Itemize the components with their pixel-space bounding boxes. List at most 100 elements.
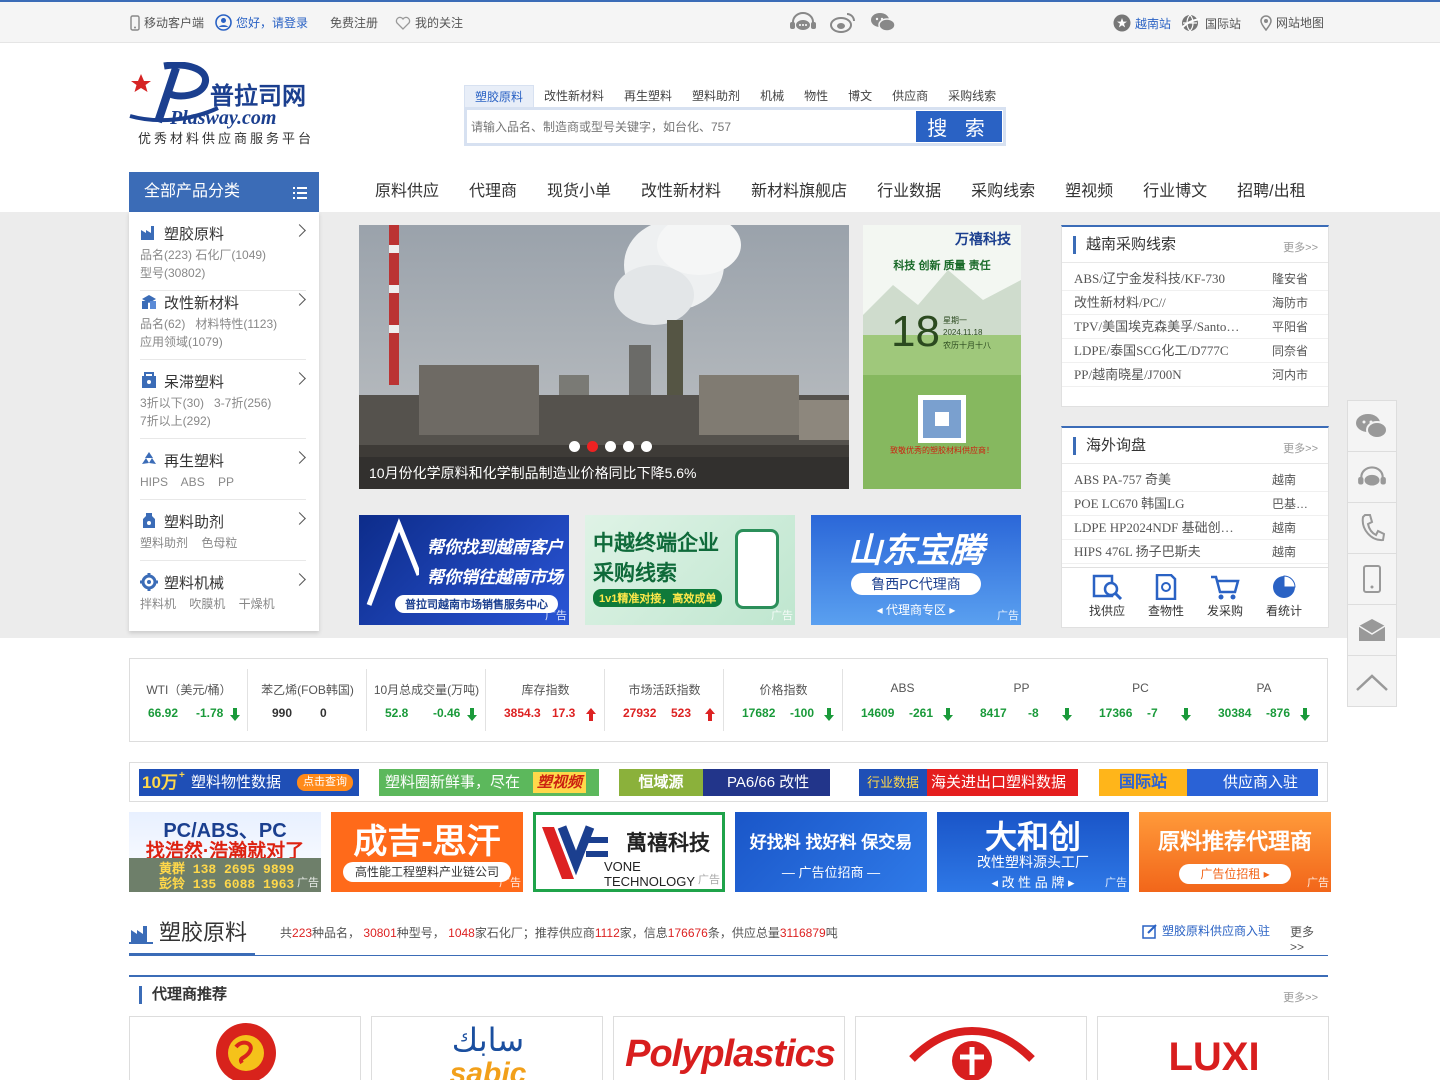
hero-banner[interactable]: 10月份化学原料和化学制品制造业价格同比下降5.6% [359, 225, 849, 489]
search-tab-1[interactable]: 改性新材料 [534, 85, 614, 107]
ticker-item-9[interactable]: PA 30384 -876 [1200, 659, 1328, 741]
agent-logo-polyplastics[interactable]: Polyplastics [613, 1016, 845, 1080]
promo-video[interactable]: 塑料圈新鲜事，尽在 塑视频 [379, 769, 599, 796]
agent-logo-4[interactable] [855, 1016, 1087, 1080]
category-sub-link[interactable]: 应用领域(1079) [140, 333, 306, 351]
ticker-item-0[interactable]: WTI（美元/桶） 66.92 -1.78 [130, 659, 248, 741]
ad-vietnam-customers[interactable]: 帮你找到越南客户 帮你销往越南市场 普拉司越南市场销售服务中心 广告 [359, 515, 569, 625]
nav-item-2[interactable]: 现货小单 [532, 172, 626, 212]
nav-item-1[interactable]: 代理商 [454, 172, 532, 212]
category-1[interactable]: 改性新材料 品名(62) 材料特性(1123) 应用领域(1079) [140, 291, 306, 360]
agent-logo-luxi[interactable]: LUXI [1097, 1016, 1329, 1080]
agent-logo-1[interactable] [129, 1016, 361, 1080]
vn_panel-row[interactable]: 改性新材料/PC// 海防市 [1062, 291, 1328, 315]
category-2[interactable]: 呆滞塑料 3折以下(30) 3-7折(256) 7折以上(292) [140, 370, 306, 439]
promo-customs-data[interactable]: 行业数据 海关进出口塑料数据 [859, 769, 1078, 796]
follow-link[interactable]: 我的关注 [395, 14, 463, 31]
promo-intl-supplier[interactable]: 国际站 供应商入驻 [1099, 769, 1318, 796]
ticker-item-2[interactable]: 10月总成交量(万吨) 52.8 -0.46 [367, 659, 486, 741]
float-wechat-icon[interactable] [1348, 401, 1396, 452]
category-sub-link[interactable]: 7折以上(292) [140, 412, 306, 430]
carousel-dot-2-active[interactable] [587, 441, 598, 452]
site-logo[interactable]: 普拉司网 Plasway.com 优秀材料供应商服务平台 [128, 61, 338, 152]
carousel-dot-4[interactable] [623, 441, 634, 452]
sitemap-link[interactable]: 网站地图 [1260, 14, 1324, 31]
vietnam-site-link[interactable]: 越南站 [1113, 14, 1171, 32]
category-sub-link[interactable]: 品名(223) 石化厂(1049) [140, 246, 306, 264]
float-service-icon[interactable] [1348, 452, 1396, 503]
customer-service-icon[interactable] [788, 11, 818, 33]
post-purchase-tool[interactable]: 发采购 [1195, 574, 1255, 619]
all-categories-button[interactable]: 全部产品分类 [129, 172, 319, 212]
nav-item-3[interactable]: 改性新材料 [626, 172, 736, 212]
ad-dahechuang[interactable]: 大和创 改性塑料源头工厂 ◂ 改 性 品 牌 ▸ 广告 [937, 812, 1129, 892]
ticker-item-1[interactable]: 苯乙烯(FOB韩国) 990 0 [248, 659, 367, 741]
ad-chengjisihan[interactable]: 成吉-思汗 高性能工程塑料产业链公司 广告 [331, 812, 523, 892]
float-mobile-icon[interactable] [1348, 554, 1396, 605]
search-tab-5[interactable]: 物性 [794, 85, 838, 107]
ad-vone-technology[interactable]: 萬禧科技 VONE TECHNOLOGY 广告 [533, 812, 725, 892]
carousel-dot-5[interactable] [641, 441, 652, 452]
back-to-top-icon[interactable] [1348, 656, 1396, 707]
category-sub-link[interactable]: HIPS ABS PP [140, 473, 306, 491]
ad-space-wanted[interactable]: 好找料 找好料 保交易 — 广告位招商 — [735, 812, 927, 892]
category-sub-link[interactable]: 拌料机 吹膜机 干燥机 [140, 595, 306, 613]
agents-more-link[interactable]: 更多>> [1283, 989, 1318, 1005]
category-sub-link[interactable]: 型号(30802) [140, 264, 306, 282]
promo-hengyuyuan[interactable]: 恒域源 PA6/66 改性 [619, 769, 830, 796]
ticker-item-7[interactable]: PP 8417 -8 [962, 659, 1081, 741]
carousel-dot-1[interactable] [569, 441, 580, 452]
weibo-icon[interactable] [830, 11, 856, 33]
register-link[interactable]: 免费注册 [330, 14, 378, 31]
section-more-link[interactable]: 更多>> [1290, 923, 1328, 954]
ad-raw-material-agent[interactable]: 原料推荐代理商 广告位招租 ▸ 广告 [1139, 812, 1331, 892]
category-4[interactable]: 塑料助剂 塑料助剂 色母粒 [140, 510, 306, 561]
nav-item-5[interactable]: 行业数据 [862, 172, 956, 212]
ad-sino-vietnam-leads[interactable]: 中越终端企业 采购线索 1v1精准对接，高效成单 广告 [585, 515, 795, 625]
mobile-client-link[interactable]: 移动客户端 [130, 14, 204, 31]
wechat-icon[interactable] [870, 11, 896, 33]
ticker-item-4[interactable]: 市场活跃指数 27932 523 [605, 659, 724, 741]
search-input[interactable] [471, 113, 915, 141]
vn_panel-row[interactable]: PP/越南晓星/J700N 河内市 [1062, 363, 1328, 387]
ticker-item-3[interactable]: 库存指数 3854.3 17.3 [486, 659, 605, 741]
search-tab-7[interactable]: 供应商 [882, 85, 938, 107]
ticker-item-6[interactable]: ABS 14609 -261 [843, 659, 962, 741]
vn_panel-row[interactable]: TPV/美国埃克森美孚/Santo… 平阳省 [1062, 315, 1328, 339]
ad-shandong-baoteng[interactable]: 山东宝腾 鲁西PC代理商 ◂ 代理商专区 ▸ 广告 [811, 515, 1021, 625]
ticker-item-5[interactable]: 价格指数 17682 -100 [724, 659, 843, 741]
ov_panel-row[interactable]: HIPS 476L 扬子巴斯夫 越南 [1062, 540, 1328, 564]
promo-properties-data[interactable]: 10万 + 塑料物性数据 点击查询 [139, 769, 359, 796]
banner-caption[interactable]: 10月份化学原料和化学制品制造业价格同比下降5.6% [359, 457, 849, 489]
vertical-ad[interactable]: 万禧科技 科技 创新 质量 责任 18 星期一 2024.11.18 农历十月十… [863, 225, 1021, 489]
find-supply-tool[interactable]: 找供应 [1077, 574, 1137, 619]
nav-item-7[interactable]: 塑视频 [1050, 172, 1128, 212]
category-sub-link[interactable]: 品名(62) 材料特性(1123) [140, 315, 306, 333]
vn_panel-row[interactable]: LDPE/泰国SCG化工/D777C 同奈省 [1062, 339, 1328, 363]
category-0[interactable]: 塑胶原料 品名(223) 石化厂(1049) 型号(30802) [140, 222, 306, 291]
search-tab-3[interactable]: 塑料助剂 [682, 85, 750, 107]
search-tab-4[interactable]: 机械 [750, 85, 794, 107]
search-tab-0[interactable]: 塑胶原料 [464, 85, 535, 107]
intl-site-link[interactable]: 国际站 [1181, 14, 1241, 32]
search-tab-6[interactable]: 博文 [838, 85, 882, 107]
nav-item-8[interactable]: 行业博文 [1128, 172, 1222, 212]
vietnam-leads-more[interactable]: 更多>> [1283, 239, 1318, 255]
ov_panel-row[interactable]: ABS PA-757 奇美 越南 [1062, 468, 1328, 492]
overseas-inquiry-more[interactable]: 更多>> [1283, 440, 1318, 456]
carousel-dot-3[interactable] [605, 441, 616, 452]
ticker-item-8[interactable]: PC 17366 -7 [1081, 659, 1200, 741]
search-tab-2[interactable]: 再生塑料 [614, 85, 682, 107]
supplier-join-link[interactable]: 塑胶原料供应商入驻 [1142, 922, 1270, 939]
category-3[interactable]: 再生塑料 HIPS ABS PP [140, 449, 306, 500]
float-phone-icon[interactable] [1348, 503, 1396, 554]
login-link[interactable]: 您好，请登录 [215, 14, 308, 31]
category-sub-link[interactable]: 3折以下(30) 3-7折(256) [140, 394, 306, 412]
nav-item-6[interactable]: 采购线索 [956, 172, 1050, 212]
ov_panel-row[interactable]: POE LC670 韩国LG 巴基… [1062, 492, 1328, 516]
float-mail-icon[interactable] [1348, 605, 1396, 656]
nav-item-4[interactable]: 新材料旗舰店 [736, 172, 862, 212]
view-stats-tool[interactable]: 看统计 [1254, 574, 1314, 619]
category-sub-link[interactable]: 塑料助剂 色母粒 [140, 534, 306, 552]
agent-logo-sabic[interactable]: سابك sabic [371, 1016, 603, 1080]
